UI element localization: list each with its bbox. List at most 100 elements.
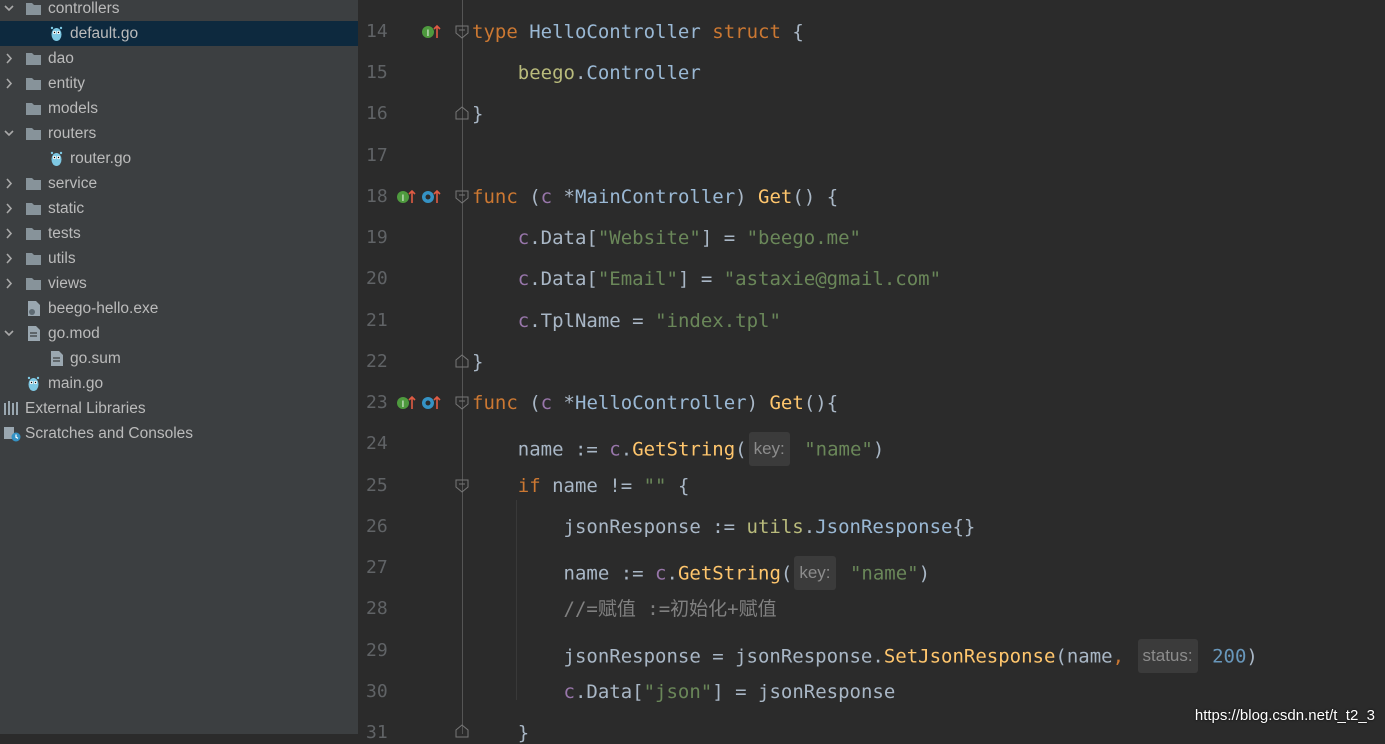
code-line-23[interactable]: func (c *HelloController) Get(){ <box>472 392 838 414</box>
code-line-19[interactable]: c.Data["Website"] = "beego.me" <box>472 227 861 249</box>
tree-item-label: controllers <box>48 0 120 17</box>
gopher-icon <box>48 150 65 167</box>
fold-icon[interactable] <box>455 354 469 368</box>
chevron-right-icon[interactable] <box>4 178 14 189</box>
code-line-16[interactable]: } <box>472 103 483 125</box>
file-icon <box>48 350 65 367</box>
tree-item-label: views <box>48 275 87 292</box>
tree-item-service[interactable]: service <box>0 171 358 196</box>
folder-icon <box>25 75 42 92</box>
code-line-22[interactable]: } <box>472 351 483 373</box>
code-line-26[interactable]: jsonResponse := utils.JsonResponse{} <box>472 516 976 538</box>
tree-item-label: go.sum <box>70 350 121 367</box>
line-number: 15 <box>366 62 388 83</box>
scratches-icon <box>3 425 21 442</box>
folder-icon <box>25 100 42 117</box>
tree-item-label: routers <box>48 125 97 142</box>
folder-icon <box>25 225 42 242</box>
fold-icon[interactable] <box>455 724 469 738</box>
implements-icon[interactable]: I <box>420 21 442 43</box>
fold-icon[interactable] <box>455 190 469 204</box>
line-number: 25 <box>366 475 388 496</box>
code-line-14[interactable]: type HelloController struct { <box>472 21 804 43</box>
chevron-right-icon[interactable] <box>4 203 14 214</box>
chevron-down-icon[interactable] <box>4 128 14 139</box>
chevron-down-icon[interactable] <box>4 3 14 14</box>
tree-item-label: go.mod <box>48 325 100 342</box>
line-number: 23 <box>366 392 388 413</box>
tree-item-default-go[interactable]: default.go <box>0 21 358 46</box>
implements-icon[interactable]: I <box>395 186 417 208</box>
tree-item-routers[interactable]: routers <box>0 121 358 146</box>
chevron-right-icon[interactable] <box>4 78 14 89</box>
tree-item-dao[interactable]: dao <box>0 46 358 71</box>
tree-item-views[interactable]: views <box>0 271 358 296</box>
line-number: 30 <box>366 681 388 702</box>
folder-icon <box>25 175 42 192</box>
tree-item-label: service <box>48 175 98 192</box>
code-line-18[interactable]: func (c *MainController) Get() { <box>472 186 838 208</box>
line-number: 31 <box>366 722 388 743</box>
tree-item-scratches[interactable]: Scratches and Consoles <box>0 421 358 446</box>
code-line-15[interactable]: beego.Controller <box>472 62 701 84</box>
tree-item-label: beego-hello.exe <box>48 300 159 317</box>
tree-item-beego-hello-exe[interactable]: beego-hello.exe <box>0 296 358 321</box>
code-line-29[interactable]: jsonResponse = jsonResponse.SetJsonRespo… <box>472 639 1258 674</box>
chevron-right-icon[interactable] <box>4 278 14 289</box>
tree-item-label: entity <box>48 75 86 92</box>
method-icon[interactable] <box>420 186 442 208</box>
code-line-20[interactable]: c.Data["Email"] = "astaxie@gmail.com" <box>472 268 941 290</box>
executable-icon <box>25 300 42 317</box>
code-line-31[interactable]: } <box>472 722 529 744</box>
fold-icon[interactable] <box>455 479 469 493</box>
tree-item-go-sum[interactable]: go.sum <box>0 346 358 371</box>
tree-item-external-libraries[interactable]: External Libraries <box>0 396 358 421</box>
chevron-right-icon[interactable] <box>4 253 14 264</box>
code-editor[interactable] <box>358 0 1385 734</box>
svg-text:I: I <box>402 194 405 204</box>
project-tree-panel: controllers default.go dao entity models… <box>0 0 358 734</box>
fold-icon[interactable] <box>455 106 469 120</box>
code-line-24[interactable]: name := c.GetString(key: "name") <box>472 432 884 467</box>
code-line-27[interactable]: name := c.GetString(key: "name") <box>472 556 930 591</box>
fold-icon[interactable] <box>455 25 469 39</box>
tree-item-main-go[interactable]: main.go <box>0 371 358 396</box>
code-line-21[interactable]: c.TplName = "index.tpl" <box>472 310 781 332</box>
line-number: 14 <box>366 21 388 42</box>
chevron-down-icon[interactable] <box>4 328 14 339</box>
folder-icon <box>25 125 42 142</box>
tree-item-go-mod[interactable]: go.mod <box>0 321 358 346</box>
tree-item-label: dao <box>48 50 74 67</box>
line-number: 29 <box>366 640 388 661</box>
tree-item-static[interactable]: static <box>0 196 358 221</box>
tree-item-entity[interactable]: entity <box>0 71 358 96</box>
tree-item-tests[interactable]: tests <box>0 221 358 246</box>
code-line-25[interactable]: if name != "" { <box>472 475 690 497</box>
tree-item-label: tests <box>48 225 81 242</box>
line-number: 24 <box>366 433 388 454</box>
line-number: 19 <box>366 227 388 248</box>
tree-item-label: models <box>48 100 98 117</box>
svg-text:I: I <box>427 29 430 39</box>
svg-text:I: I <box>402 400 405 410</box>
tree-item-utils[interactable]: utils <box>0 246 358 271</box>
folder-icon <box>25 250 42 267</box>
fold-icon[interactable] <box>455 396 469 410</box>
line-number: 20 <box>366 268 388 289</box>
folder-icon <box>25 275 42 292</box>
line-number: 16 <box>366 103 388 124</box>
method-icon[interactable] <box>420 392 442 414</box>
tree-item-controllers[interactable]: controllers <box>0 0 358 21</box>
implements-icon[interactable]: I <box>395 392 417 414</box>
tree-item-models[interactable]: models <box>0 96 358 121</box>
line-number: 21 <box>366 310 388 331</box>
tree-item-router-go[interactable]: router.go <box>0 146 358 171</box>
chevron-right-icon[interactable] <box>4 53 14 64</box>
code-line-30[interactable]: c.Data["json"] = jsonResponse <box>472 681 896 703</box>
tree-item-label: default.go <box>70 25 139 42</box>
code-line-28[interactable]: //=赋值 :=初始化+赋值 <box>472 598 777 620</box>
line-number: 22 <box>366 351 388 372</box>
tree-item-label: External Libraries <box>25 400 146 417</box>
chevron-right-icon[interactable] <box>4 228 14 239</box>
gopher-icon <box>48 25 65 42</box>
